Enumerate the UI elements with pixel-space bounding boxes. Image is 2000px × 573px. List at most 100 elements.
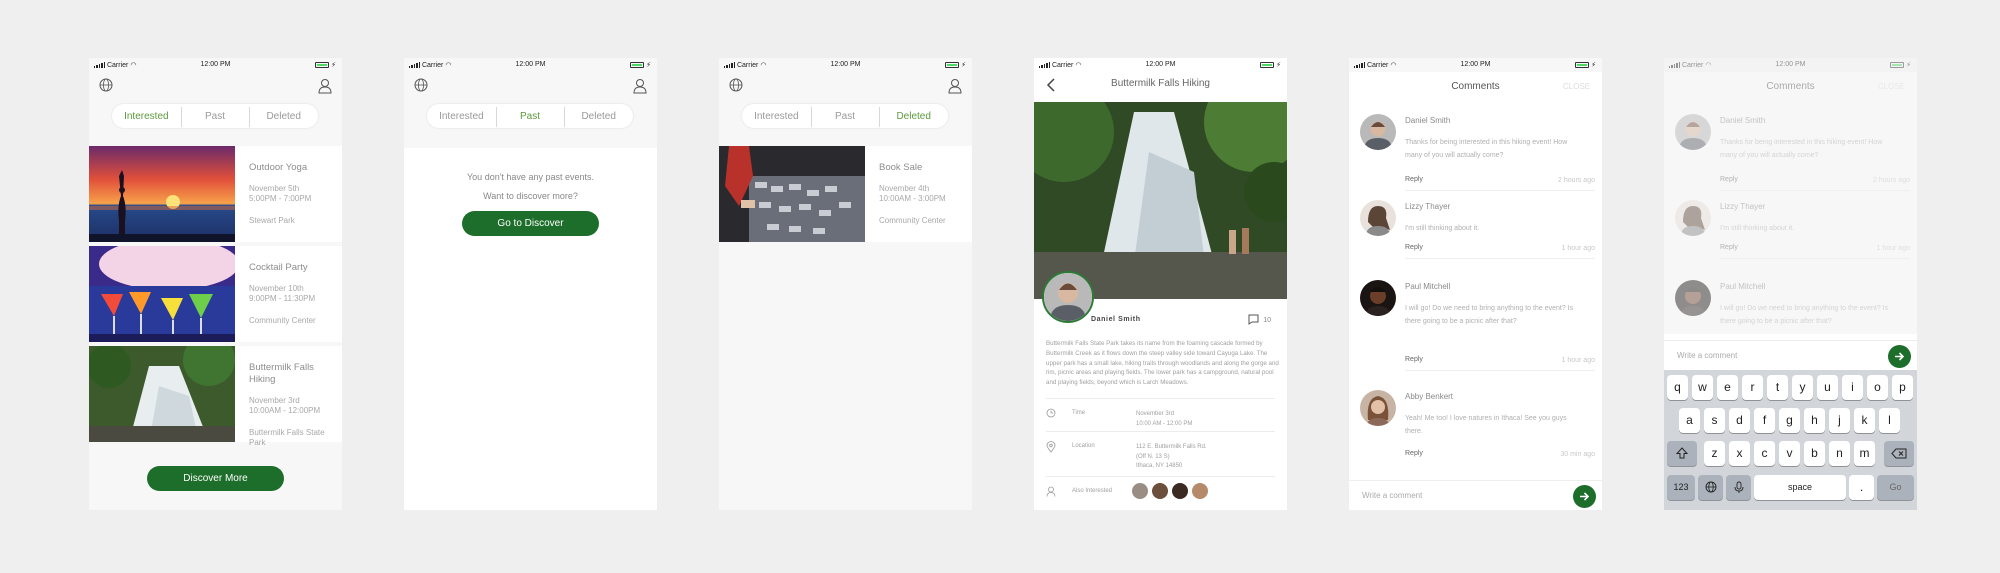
reply-button[interactable]: Reply [1405, 244, 1423, 251]
key[interactable]: p [1892, 375, 1913, 400]
event-location: Community Center [879, 216, 946, 225]
tab-segmented-control: Interested Past Deleted [112, 104, 318, 128]
avatar[interactable] [1675, 200, 1711, 236]
send-button[interactable] [1573, 485, 1596, 508]
status-bar: Carrier ◠ 12:00 PM ⚡ [404, 58, 657, 72]
send-button[interactable] [1888, 345, 1911, 368]
time-label: Time [1072, 410, 1086, 416]
globe-icon[interactable] [99, 78, 113, 97]
event-card[interactable]: Buttermilk Falls Hiking November 3rd 10:… [89, 346, 342, 447]
comment-count[interactable]: 10 [1248, 314, 1271, 327]
reply-button[interactable]: Reply [1405, 356, 1423, 363]
key[interactable]: y [1792, 375, 1813, 400]
status-bar: Carrier ◠ 12:00 PM ⚡ [1664, 58, 1917, 72]
comment-input[interactable]: Write a comment [1362, 491, 1422, 500]
arrow-right-icon [1580, 492, 1590, 501]
key[interactable]: o [1867, 375, 1888, 400]
go-to-discover-button[interactable]: Go to Discover [462, 211, 599, 236]
avatar[interactable] [1360, 114, 1396, 150]
key[interactable]: w [1692, 375, 1713, 400]
comment-author: Paul Mitchell [1405, 282, 1451, 291]
key[interactable]: g [1779, 408, 1800, 433]
comment-input[interactable]: Write a comment [1677, 351, 1737, 360]
battery-icon: ⚡ [945, 61, 966, 69]
comment-input-bar: Write a comment [1664, 340, 1917, 370]
go-key[interactable]: Go [1877, 475, 1914, 500]
tab-interested[interactable]: Interested [742, 111, 811, 122]
key[interactable]: e [1717, 375, 1738, 400]
interested-avatar[interactable] [1132, 483, 1148, 499]
reply-button[interactable]: Reply [1720, 244, 1738, 251]
tab-deleted[interactable]: Deleted [249, 106, 318, 127]
key[interactable]: v [1779, 441, 1800, 466]
key[interactable]: r [1742, 375, 1763, 400]
key[interactable]: s [1704, 408, 1725, 433]
key[interactable]: k [1854, 408, 1875, 433]
globe-icon[interactable] [414, 78, 428, 97]
key[interactable]: d [1729, 408, 1750, 433]
avatar[interactable] [1675, 114, 1711, 150]
key[interactable]: c [1754, 441, 1775, 466]
interested-avatar[interactable] [1152, 483, 1168, 499]
tab-past[interactable]: Past [495, 106, 565, 127]
microphone-key[interactable] [1726, 475, 1751, 500]
key[interactable]: j [1829, 408, 1850, 433]
key[interactable]: f [1754, 408, 1775, 433]
status-time: 12:00 PM [1460, 61, 1491, 68]
avatar[interactable] [1360, 390, 1396, 426]
user-icon[interactable] [633, 78, 647, 99]
key[interactable]: x [1729, 441, 1750, 466]
user-icon [1046, 486, 1056, 499]
reply-button[interactable]: Reply [1405, 176, 1423, 183]
event-card[interactable]: Cocktail Party November 10th 9:00PM - 11… [89, 246, 342, 342]
key[interactable]: i [1842, 375, 1863, 400]
comment-text: I'm still thinking about it. [1720, 225, 1795, 232]
globe-icon[interactable] [729, 78, 743, 97]
event-time: 9:00PM - 11:30PM [249, 294, 316, 303]
comment-time: 2 hours ago [1873, 177, 1910, 184]
close-button[interactable]: CLOSE [1563, 72, 1590, 102]
key[interactable]: n [1829, 441, 1850, 466]
reply-button[interactable]: Reply [1720, 176, 1738, 183]
key[interactable]: q [1667, 375, 1688, 400]
tab-deleted[interactable]: Deleted [564, 106, 633, 127]
comment-time: 2 hours ago [1558, 177, 1595, 184]
backspace-key[interactable] [1884, 441, 1914, 466]
globe-key[interactable] [1698, 475, 1723, 500]
comment-list: Daniel Smith Thanks for being interested… [1349, 102, 1602, 480]
comment-text: Thanks for being interested in this hiki… [1405, 139, 1568, 159]
battery-icon: ⚡ [1575, 61, 1596, 69]
space-key[interactable]: space [1754, 475, 1846, 500]
avatar[interactable] [1675, 280, 1711, 316]
discover-more-button[interactable]: Discover More [147, 466, 284, 491]
avatar[interactable] [1360, 200, 1396, 236]
tab-deleted[interactable]: Deleted [879, 106, 948, 127]
user-icon[interactable] [948, 78, 962, 99]
tab-interested[interactable]: Interested [427, 111, 496, 122]
key[interactable]: b [1804, 441, 1825, 466]
event-card[interactable]: Book Sale November 4th 10:00AM - 3:00PM … [719, 146, 972, 242]
key[interactable]: h [1804, 408, 1825, 433]
author-avatar[interactable] [1042, 271, 1094, 323]
numbers-key[interactable]: 123 [1667, 475, 1695, 500]
key[interactable]: z [1704, 441, 1725, 466]
tab-past[interactable]: Past [810, 106, 880, 127]
avatar[interactable] [1360, 280, 1396, 316]
status-time: 12:00 PM [830, 61, 861, 68]
comment-time: 30 min ago [1560, 451, 1595, 458]
user-icon[interactable] [318, 78, 332, 99]
reply-button[interactable]: Reply [1405, 450, 1423, 457]
key[interactable]: t [1767, 375, 1788, 400]
key[interactable]: a [1679, 408, 1700, 433]
event-card[interactable]: Outdoor Yoga November 5th 5:00PM - 7:00P… [89, 146, 342, 242]
close-button[interactable]: CLOSE [1878, 72, 1905, 102]
key[interactable]: l [1879, 408, 1900, 433]
period-key[interactable]: . [1849, 475, 1874, 500]
tab-interested[interactable]: Interested [112, 111, 181, 122]
interested-avatar[interactable] [1192, 483, 1208, 499]
key[interactable]: m [1854, 441, 1875, 466]
interested-avatar[interactable] [1172, 483, 1188, 499]
key[interactable]: u [1817, 375, 1838, 400]
shift-key[interactable] [1667, 441, 1697, 466]
tab-past[interactable]: Past [180, 106, 250, 127]
